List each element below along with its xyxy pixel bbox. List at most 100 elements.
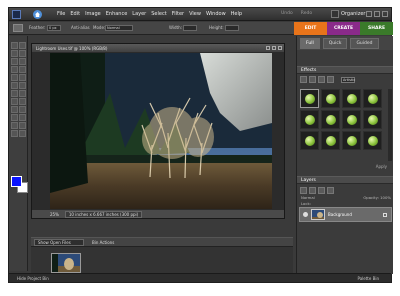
eyedropper-tool-icon[interactable] <box>19 50 26 57</box>
apply-button[interactable]: Apply <box>376 164 387 169</box>
layer-styles-icon[interactable] <box>309 76 316 83</box>
menu-filter[interactable]: Filter <box>172 11 184 17</box>
effect-thumbnail[interactable] <box>342 131 361 150</box>
menu-select[interactable]: Select <box>151 11 166 17</box>
effect-thumbnail[interactable] <box>363 89 382 108</box>
sponge-tool-icon[interactable] <box>19 130 26 137</box>
palette-bin-button[interactable]: Palette Bin <box>357 276 379 281</box>
bin-actions-menu[interactable]: Bin Actions <box>92 240 114 245</box>
organizer-button[interactable]: Organizer <box>331 10 365 18</box>
selection-brush-tool-icon[interactable] <box>19 66 26 73</box>
bin-thumbnail[interactable] <box>51 253 81 273</box>
bin-show-select[interactable]: Show Open Files <box>34 238 84 246</box>
redo-button[interactable]: Redo <box>301 11 312 16</box>
tab-create[interactable]: CREATE <box>327 22 360 35</box>
zoom-level[interactable]: 25% <box>50 212 59 217</box>
doc-minimize-icon[interactable] <box>266 46 270 50</box>
paint-bucket-tool-icon[interactable] <box>19 114 26 121</box>
apple-preview-icon <box>304 93 315 104</box>
minimize-icon[interactable] <box>366 11 372 17</box>
effect-thumbnail[interactable] <box>363 110 382 129</box>
straighten-tool-icon[interactable] <box>19 82 26 89</box>
pencil-tool-icon[interactable] <box>11 106 18 113</box>
spot-healing-tool-icon[interactable] <box>19 90 26 97</box>
crop-tool-icon[interactable] <box>19 74 26 81</box>
foreground-color-swatch[interactable] <box>11 176 22 187</box>
gradient-tool-icon[interactable] <box>11 122 18 129</box>
new-adjustment-layer-icon[interactable] <box>309 187 316 194</box>
delete-layer-icon[interactable] <box>318 187 325 194</box>
effect-thumbnail[interactable] <box>300 89 319 108</box>
menu-edit[interactable]: Edit <box>70 11 80 17</box>
menu-window[interactable]: Window <box>206 11 226 17</box>
width-input[interactable] <box>183 25 197 31</box>
show-all-icon[interactable] <box>327 76 334 83</box>
tab-share[interactable]: SHARE <box>360 22 393 35</box>
lasso-tool-icon[interactable] <box>19 58 26 65</box>
doc-maximize-icon[interactable] <box>272 46 276 50</box>
marquee-tool-icon[interactable] <box>13 24 23 32</box>
zoom-tool-icon[interactable] <box>19 42 26 49</box>
document-title[interactable]: Lightroom Uses.tif @ 100% (RGB/8) <box>32 44 284 52</box>
move-tool-icon[interactable] <box>11 42 18 49</box>
effects-category-select[interactable]: Artistic <box>341 77 355 83</box>
layer-thumbnail <box>311 209 325 220</box>
menu-layer[interactable]: Layer <box>132 11 146 17</box>
mode-select[interactable]: Normal <box>105 25 133 31</box>
home-icon[interactable] <box>33 10 42 19</box>
document-info[interactable]: 10 inches x 6.667 inches (300 ppi) <box>64 210 143 218</box>
type-tool-icon[interactable] <box>11 74 18 81</box>
menu-help[interactable]: Help <box>231 11 242 17</box>
menu-image[interactable]: Image <box>85 11 101 17</box>
marquee-tool-icon-2[interactable] <box>11 58 18 65</box>
visibility-eye-icon[interactable] <box>303 212 308 217</box>
link-layers-icon[interactable] <box>327 187 334 194</box>
cookie-cutter-tool-icon[interactable] <box>11 82 18 89</box>
effect-thumbnail[interactable] <box>321 89 340 108</box>
effect-thumbnail[interactable] <box>321 131 340 150</box>
maximize-icon[interactable] <box>374 11 380 17</box>
photo-effects-icon[interactable] <box>318 76 325 83</box>
smart-brush-tool-icon[interactable] <box>11 114 18 121</box>
doc-close-icon[interactable] <box>278 46 282 50</box>
effect-thumbnail[interactable] <box>342 89 361 108</box>
blend-mode-select[interactable]: Normal <box>301 195 315 200</box>
tab-quick-edit[interactable]: Quick <box>322 37 348 49</box>
effects-scrollbar[interactable] <box>388 89 392 161</box>
height-input[interactable] <box>225 25 239 31</box>
opacity-value[interactable]: 100% <box>380 195 391 200</box>
effects-panel-title[interactable]: Effects <box>297 66 393 74</box>
clone-stamp-tool-icon[interactable] <box>11 98 18 105</box>
effect-thumbnail[interactable] <box>363 131 382 150</box>
layer-row-background[interactable]: Background <box>299 207 392 222</box>
menu-enhance[interactable]: Enhance <box>106 11 128 17</box>
red-eye-tool-icon[interactable] <box>11 90 18 97</box>
undo-button[interactable]: Undo <box>281 11 293 16</box>
blur-tool-icon[interactable] <box>11 130 18 137</box>
hide-project-bin-button[interactable]: Hide Project Bin <box>17 276 49 281</box>
effect-thumbnail[interactable] <box>321 110 340 129</box>
hand-tool-icon[interactable] <box>11 50 18 57</box>
menu-file[interactable]: File <box>57 11 65 17</box>
opacity-label: Opacity: <box>363 194 379 200</box>
filters-icon[interactable] <box>300 76 307 83</box>
photo-canvas[interactable] <box>50 53 272 209</box>
antialias-checkbox[interactable]: Anti-alias <box>71 25 90 30</box>
brush-tool-icon[interactable] <box>19 106 26 113</box>
feather-input[interactable]: 0 px <box>47 25 61 31</box>
effect-thumbnail[interactable] <box>300 110 319 129</box>
bin-thumbnail-image <box>52 254 80 272</box>
tab-edit[interactable]: EDIT <box>294 22 327 35</box>
effects-toolbar <box>300 76 334 83</box>
magic-wand-tool-icon[interactable] <box>11 66 18 73</box>
tab-full-edit[interactable]: Full <box>300 37 320 49</box>
eraser-tool-icon[interactable] <box>19 98 26 105</box>
close-icon[interactable] <box>382 11 388 17</box>
layers-panel-title[interactable]: Layers <box>297 176 393 184</box>
menu-view[interactable]: View <box>189 11 201 17</box>
effect-thumbnail[interactable] <box>300 131 319 150</box>
shape-tool-icon[interactable] <box>19 122 26 129</box>
tab-guided-edit[interactable]: Guided <box>350 37 379 49</box>
effect-thumbnail[interactable] <box>342 110 361 129</box>
new-layer-icon[interactable] <box>300 187 307 194</box>
